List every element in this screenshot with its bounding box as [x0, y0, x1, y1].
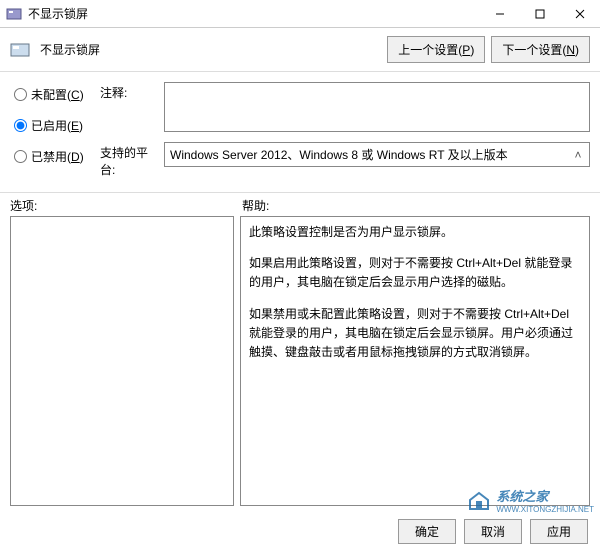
- platform-box: Windows Server 2012、Windows 8 或 Windows …: [164, 142, 590, 167]
- watermark: 系统之家 WWW.XITONGZHIJIA.NET: [466, 486, 594, 514]
- policy-icon: [10, 40, 30, 60]
- help-panel: 此策略设置控制是否为用户显示锁屏。 如果启用此策略设置，则对于不需要按 Ctrl…: [240, 216, 590, 506]
- radio-not-configured[interactable]: 未配置(C): [14, 86, 100, 103]
- comment-label: 注释:: [100, 82, 156, 101]
- radio-enabled[interactable]: 已启用(E): [14, 117, 100, 134]
- platform-label: 支持的平台:: [100, 142, 156, 178]
- options-label: 选项:: [10, 197, 242, 214]
- minimize-button[interactable]: [480, 0, 520, 27]
- radio-disabled[interactable]: 已禁用(D): [14, 148, 100, 165]
- app-icon: [6, 6, 22, 22]
- chevron-up-icon[interactable]: ˄: [572, 148, 584, 162]
- window-title: 不显示锁屏: [28, 5, 480, 22]
- previous-setting-button[interactable]: 上一个设置(P): [387, 36, 485, 63]
- policy-title: 不显示锁屏: [40, 41, 387, 58]
- help-text: 如果启用此策略设置，则对于不需要按 Ctrl+Alt+Del 就能登录的用户，其…: [249, 254, 581, 292]
- title-bar: 不显示锁屏: [0, 0, 600, 28]
- ok-button[interactable]: 确定: [398, 519, 456, 544]
- platform-text: Windows Server 2012、Windows 8 或 Windows …: [170, 146, 572, 163]
- comment-textarea[interactable]: [164, 82, 590, 132]
- maximize-button[interactable]: [520, 0, 560, 27]
- apply-button[interactable]: 应用: [530, 519, 588, 544]
- cancel-button[interactable]: 取消: [464, 519, 522, 544]
- next-setting-button[interactable]: 下一个设置(N): [491, 36, 590, 63]
- header-row: 不显示锁屏 上一个设置(P) 下一个设置(N): [0, 28, 600, 72]
- help-text: 如果禁用或未配置此策略设置，则对于不需要按 Ctrl+Alt+Del 就能登录的…: [249, 305, 581, 363]
- help-label: 帮助:: [242, 197, 269, 214]
- help-text: 此策略设置控制是否为用户显示锁屏。: [249, 223, 581, 242]
- options-panel: [10, 216, 234, 506]
- close-button[interactable]: [560, 0, 600, 27]
